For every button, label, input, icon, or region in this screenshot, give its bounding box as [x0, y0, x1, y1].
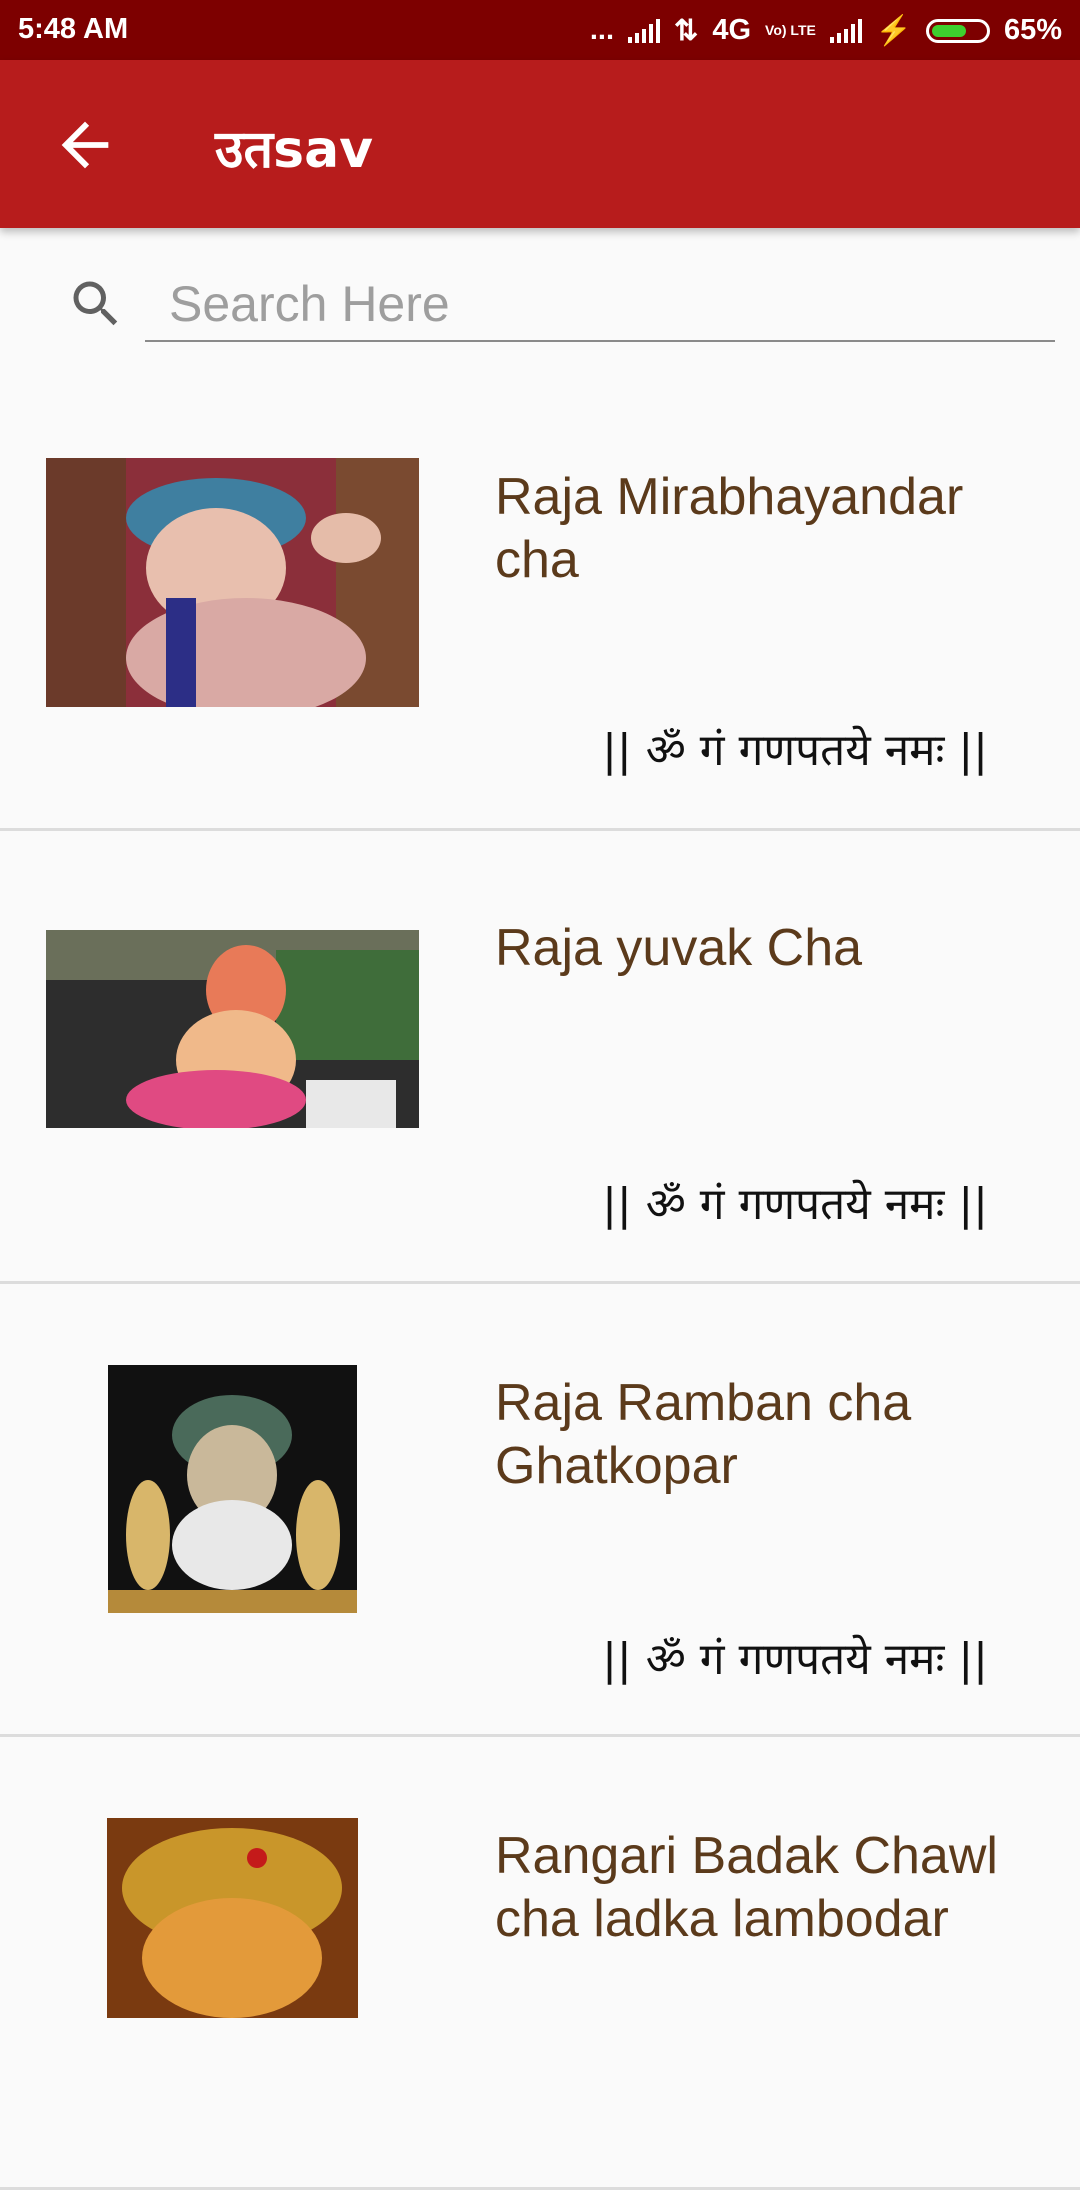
ganesh-idol-image [107, 1818, 358, 2018]
search-bar [0, 228, 1080, 378]
item-mantra: || ॐ गं गणपतये नमः || [602, 1634, 988, 1685]
signal-icon [628, 18, 661, 43]
network-type: 4G [712, 14, 752, 46]
status-time: 5:48 AM [18, 13, 129, 45]
arrow-back-icon [61, 121, 109, 169]
battery-percent: 65% [1003, 14, 1062, 46]
app-bar: उतsav [0, 60, 1080, 228]
battery-icon [925, 18, 990, 43]
list-item[interactable]: Raja yuvak Cha || ॐ गं गणपतये नमः || [0, 831, 1080, 1284]
list-item[interactable]: Rangari Badak Chawl cha ladka lambodar [0, 1737, 1080, 2190]
item-title: Rangari Badak Chawl cha ladka lambodar [495, 1827, 998, 1948]
ganesh-idol-image [108, 1365, 357, 1613]
signal-icon-2 [829, 18, 862, 43]
list-item[interactable]: Raja Ramban cha Ghatkopar || ॐ गं गणपतये… [0, 1284, 1080, 1737]
status-icons: ... ⇅ 4G Vo) LTE ⚡ 65% [590, 13, 1062, 48]
item-title: Raja yuvak Cha [495, 919, 863, 977]
item-mantra: || ॐ गं गणपतये नमः || [602, 1179, 988, 1230]
volte-icon: Vo) LTE [765, 22, 816, 38]
back-button[interactable] [50, 110, 120, 180]
festival-list: Raja Mirabhayandar cha || ॐ गं गणपतये नम… [0, 378, 1080, 2190]
charging-icon: ⚡ [875, 14, 912, 47]
status-bar: 5:48 AM ... ⇅ 4G Vo) LTE ⚡ 65% [0, 0, 1080, 60]
item-title: Raja Ramban cha Ghatkopar [495, 1374, 912, 1495]
data-transfer-icon: ⇅ [674, 15, 699, 47]
page-title: उतsav [215, 120, 374, 180]
search-input[interactable] [145, 268, 1055, 342]
item-title: Raja Mirabhayandar cha [495, 468, 964, 589]
notification-dots: ... [589, 14, 615, 46]
ganesh-idol-image [46, 930, 419, 1128]
ganesh-idol-image [46, 458, 419, 707]
list-item[interactable]: Raja Mirabhayandar cha || ॐ गं गणपतये नम… [0, 378, 1080, 831]
item-mantra: || ॐ गं गणपतये नमः || [602, 725, 988, 776]
search-icon [73, 281, 118, 326]
